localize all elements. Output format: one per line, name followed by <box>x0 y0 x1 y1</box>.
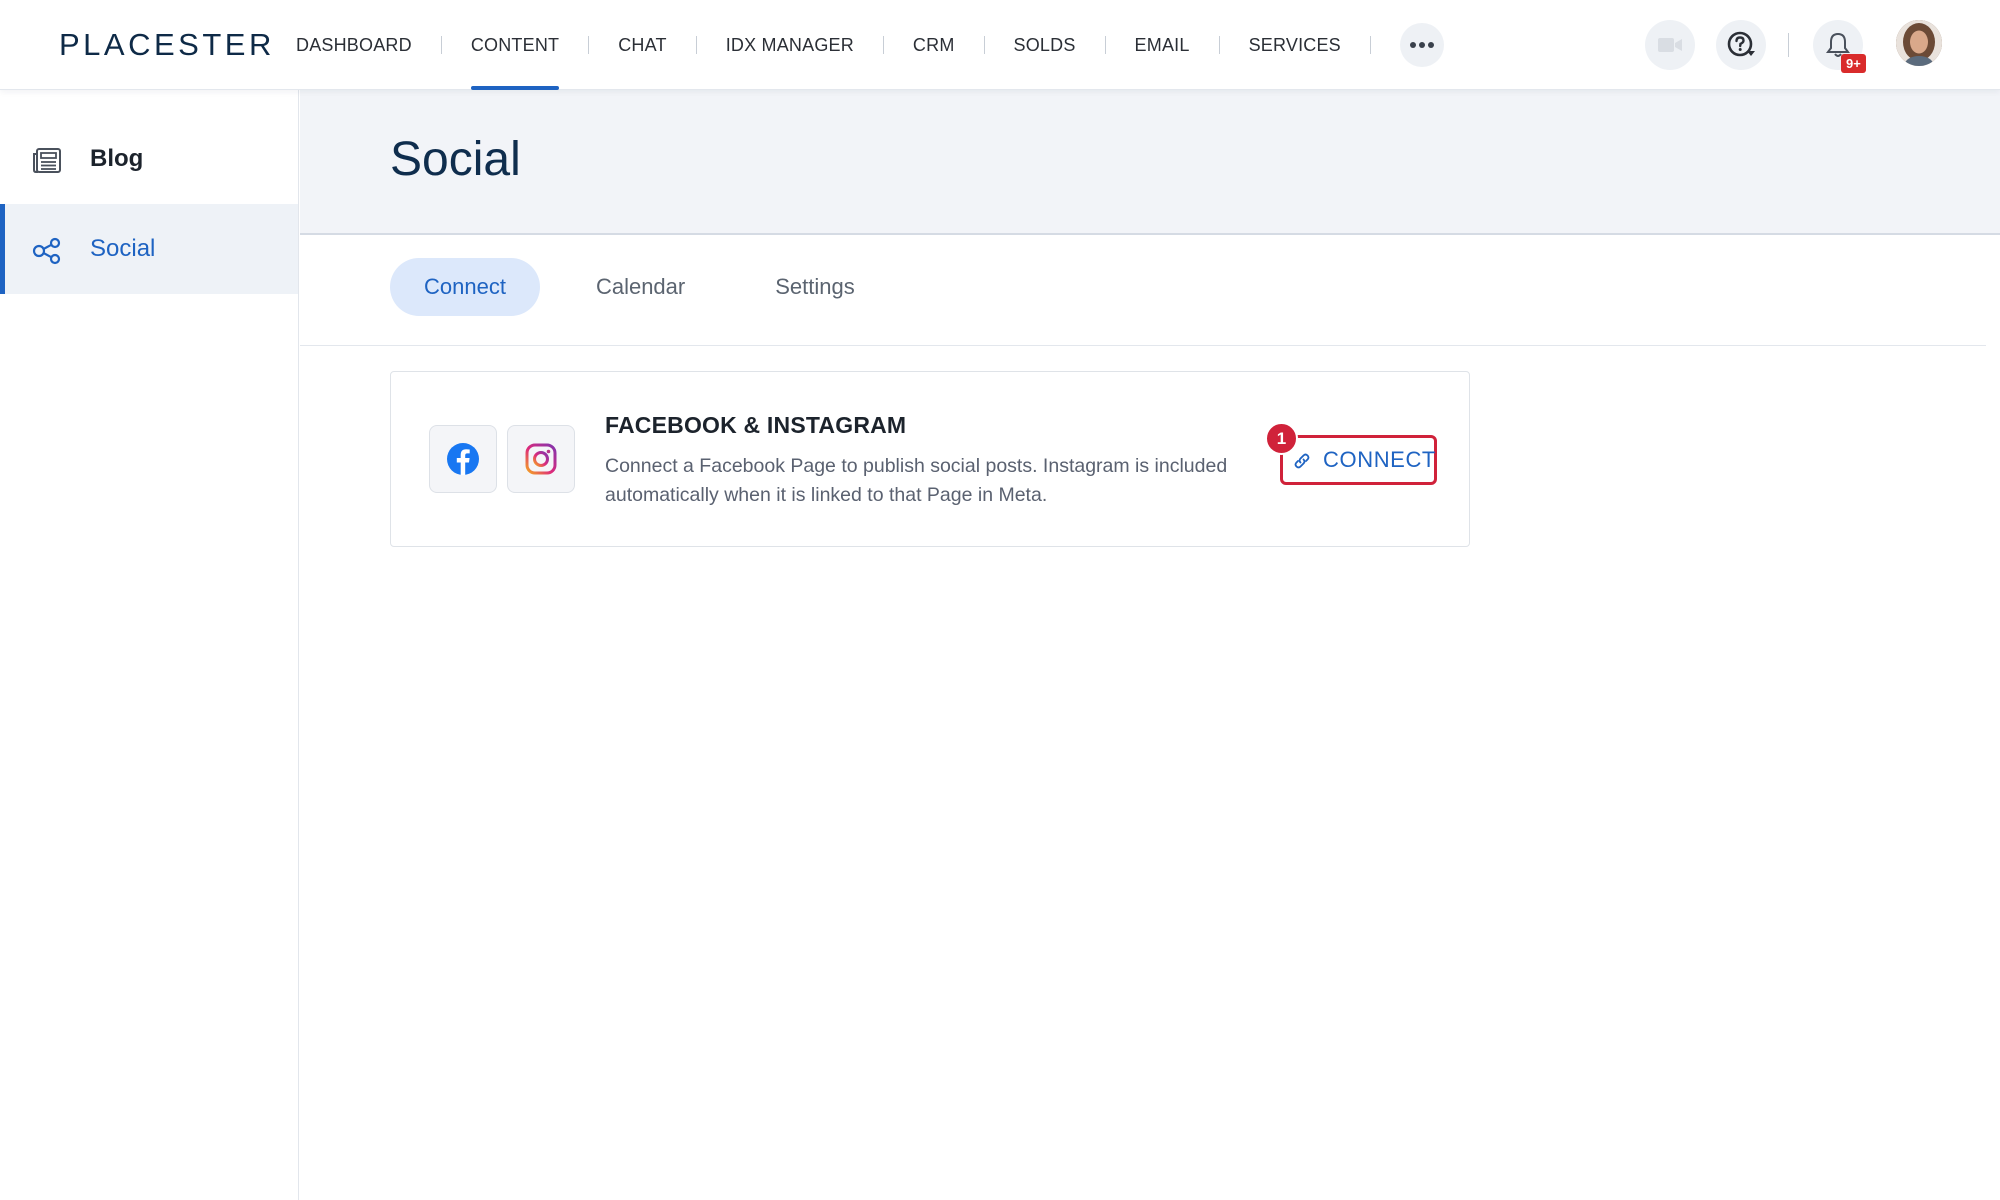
user-avatar[interactable] <box>1896 20 1942 66</box>
nav-item-chat[interactable]: CHAT <box>618 0 666 90</box>
sidebar-item-label: Social <box>90 235 156 262</box>
page-title: Social <box>390 133 521 186</box>
tab-settings[interactable]: Settings <box>741 258 889 316</box>
help-button[interactable] <box>1716 20 1766 70</box>
video-camera-icon <box>1658 38 1682 52</box>
facebook-logo-tile <box>429 425 497 493</box>
tabs-divider <box>300 345 1986 346</box>
card-description: Connect a Facebook Page to publish socia… <box>605 455 1228 506</box>
nav-divider <box>882 36 884 54</box>
facebook-icon <box>447 443 479 475</box>
social-tabs: Connect Calendar Settings <box>390 258 911 316</box>
sidebar-item-blog[interactable]: Blog <box>0 114 298 204</box>
link-icon <box>1294 453 1310 469</box>
top-navigation-bar: PLACESTER DASHBOARD CONTENT CHAT IDX MAN… <box>0 0 2000 90</box>
help-circle-icon <box>1727 31 1755 57</box>
nav-item-crm[interactable]: CRM <box>913 0 955 90</box>
nav-divider <box>1218 36 1220 54</box>
nav-item-email[interactable]: EMAIL <box>1135 0 1190 90</box>
main-nav: DASHBOARD CONTENT CHAT IDX MANAGER CRM S… <box>296 0 1444 90</box>
notifications-count-badge: 9+ <box>1841 54 1866 73</box>
nav-divider <box>695 36 697 54</box>
ellipsis-icon <box>1409 42 1434 48</box>
more-menu-button[interactable] <box>1399 23 1444 67</box>
page-header <box>300 90 2000 235</box>
video-call-button[interactable] <box>1645 20 1695 70</box>
nav-divider <box>1369 36 1371 54</box>
sidebar-item-label: Blog <box>90 145 144 172</box>
facebook-instagram-card: FACEBOOK & INSTAGRAM Connect a Facebook … <box>390 371 1470 547</box>
nav-item-services[interactable]: SERVICES <box>1249 0 1341 90</box>
avatar-image <box>1896 20 1942 66</box>
card-title: FACEBOOK & INSTAGRAM <box>605 412 907 438</box>
nav-divider <box>588 36 590 54</box>
connect-button-label: CONNECT <box>1323 447 1436 472</box>
nav-item-solds[interactable]: SOLDS <box>1014 0 1076 90</box>
instagram-icon <box>525 443 557 475</box>
content-sidebar: Blog Social <box>0 90 299 1200</box>
nav-item-idx-manager[interactable]: IDX MANAGER <box>726 0 854 90</box>
placester-logo[interactable]: PLACESTER <box>59 27 275 63</box>
sidebar-item-social[interactable]: Social <box>0 204 298 294</box>
share-nodes-icon <box>32 237 61 265</box>
step-marker: 1 <box>1265 422 1298 455</box>
newspaper-icon <box>33 148 61 173</box>
tab-connect[interactable]: Connect <box>390 258 540 316</box>
instagram-logo-tile <box>507 425 575 493</box>
nav-item-dashboard[interactable]: DASHBOARD <box>296 0 412 90</box>
header-divider <box>1788 33 1789 57</box>
nav-divider <box>983 36 985 54</box>
tab-calendar[interactable]: Calendar <box>562 258 719 316</box>
connect-button[interactable]: CONNECT <box>1280 435 1437 485</box>
nav-divider <box>1104 36 1106 54</box>
nav-divider <box>440 36 442 54</box>
nav-item-content[interactable]: CONTENT <box>470 0 560 90</box>
